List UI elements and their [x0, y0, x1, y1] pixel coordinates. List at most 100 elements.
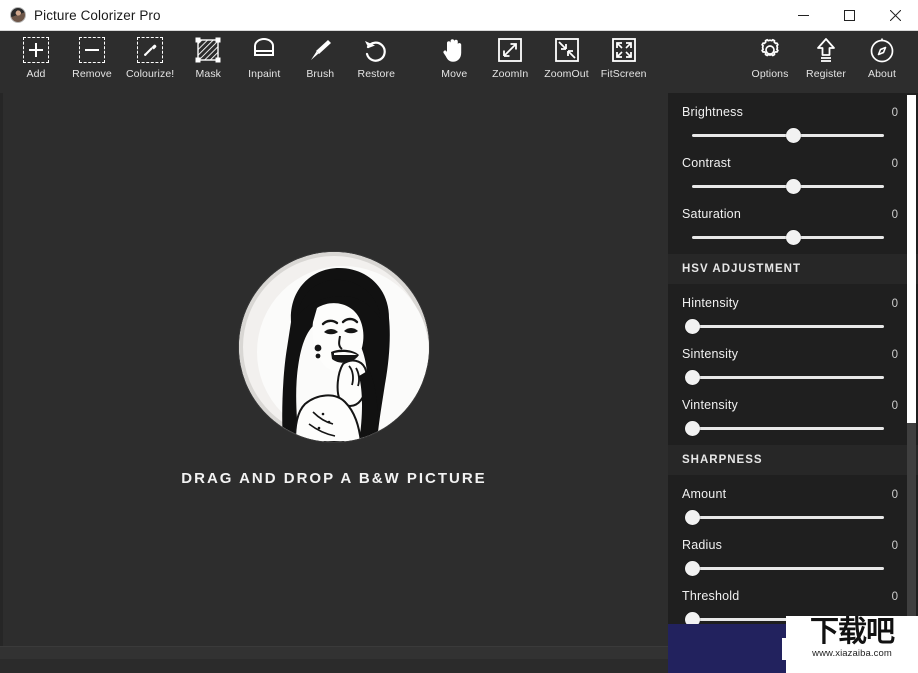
slider-thumb[interactable]: [685, 421, 700, 436]
eyedropper-box-icon: [137, 34, 163, 66]
undo-arrow-icon: [362, 34, 390, 66]
tool-label: Colourize!: [126, 68, 174, 80]
bandage-patch-icon: [250, 34, 278, 66]
slider-saturation[interactable]: [682, 228, 898, 246]
slider-contrast[interactable]: [682, 177, 898, 195]
slider-thumb[interactable]: [786, 128, 801, 143]
scrollbar-thumb[interactable]: [907, 95, 916, 423]
slider-thumb[interactable]: [685, 510, 700, 525]
scrollbar-track[interactable]: [0, 647, 668, 659]
group-basic: Brightness 0 Contrast 0: [668, 93, 918, 254]
drop-zone-text: DRAG AND DROP A B&W PICTURE: [181, 470, 486, 487]
slider-row-amount[interactable]: Amount 0: [668, 477, 918, 528]
compass-icon: [868, 34, 896, 66]
slider-row-sintensity[interactable]: Sintensity 0: [668, 337, 918, 388]
minimize-button[interactable]: [780, 0, 826, 31]
slider-value: 0: [892, 158, 898, 170]
slider-row-hintensity[interactable]: Hintensity 0: [668, 286, 918, 337]
slider-label: Threshold: [682, 589, 739, 603]
slider-value: 0: [892, 298, 898, 310]
slider-sintensity[interactable]: [682, 368, 898, 386]
slider-value: 0: [892, 400, 898, 412]
slider-label: Amount: [682, 487, 726, 501]
adjustments-panel-content: Brightness 0 Contrast 0: [668, 93, 918, 636]
canvas-horizontal-scrollbar[interactable]: [0, 646, 668, 673]
slider-row-contrast[interactable]: Contrast 0: [668, 146, 918, 197]
image-canvas[interactable]: DRAG AND DROP A B&W PICTURE: [0, 93, 668, 646]
tool-label: Add: [27, 68, 46, 80]
canvas-left-edge: [0, 93, 3, 673]
slider-thumb[interactable]: [685, 561, 700, 576]
slider-row-saturation[interactable]: Saturation 0: [668, 197, 918, 248]
tool-about[interactable]: About: [854, 34, 910, 92]
adjustments-panel[interactable]: Brightness 0 Contrast 0: [668, 93, 918, 673]
panel-vertical-scrollbar[interactable]: [907, 95, 916, 671]
zoom-out-icon: [553, 34, 581, 66]
tool-label: Inpaint: [248, 68, 280, 80]
drop-zone[interactable]: DRAG AND DROP A B&W PICTURE: [0, 93, 668, 646]
remove-dashed-box-icon: [79, 34, 105, 66]
tool-restore[interactable]: Restore: [348, 34, 404, 92]
slider-radius[interactable]: [682, 559, 898, 577]
slider-label: Sintensity: [682, 347, 738, 361]
paintbrush-icon: [306, 34, 334, 66]
slider-amount[interactable]: [682, 508, 898, 526]
tool-zoomin[interactable]: ZoomIn: [482, 34, 538, 92]
slider-brightness[interactable]: [682, 126, 898, 144]
tool-label: About: [868, 68, 896, 80]
slider-label: Hintensity: [682, 296, 739, 310]
watermark-logo: 下载吧: [810, 618, 894, 647]
slider-label: Vintensity: [682, 398, 738, 412]
watermark-url: www.xiazaiba.com: [812, 648, 892, 659]
window-title: Picture Colorizer Pro: [34, 8, 161, 23]
slider-thumb[interactable]: [685, 319, 700, 334]
tool-label: Restore: [358, 68, 395, 80]
title-bar: Picture Colorizer Pro: [0, 0, 918, 31]
add-dashed-box-icon: [23, 34, 49, 66]
maximize-button[interactable]: [826, 0, 872, 31]
slider-value: 0: [892, 540, 898, 552]
tool-zoomout[interactable]: ZoomOut: [538, 34, 594, 92]
section-header-sharpness: SHARPNESS: [668, 445, 918, 475]
slider-thumb[interactable]: [685, 370, 700, 385]
slider-value: 0: [892, 489, 898, 501]
slider-vintensity[interactable]: [682, 419, 898, 437]
fit-screen-icon: [610, 34, 638, 66]
slider-track: [692, 325, 884, 328]
slider-label: Contrast: [682, 156, 731, 170]
tool-colourize[interactable]: Colourize!: [120, 34, 180, 92]
tool-inpaint[interactable]: Inpaint: [236, 34, 292, 92]
tool-options[interactable]: Options: [742, 34, 798, 92]
tool-label: Mask: [196, 68, 222, 80]
close-button[interactable]: [872, 0, 918, 31]
tool-mask[interactable]: Mask: [180, 34, 236, 92]
tool-label: Register: [806, 68, 846, 80]
slider-thumb[interactable]: [786, 179, 801, 194]
tool-label: Brush: [306, 68, 334, 80]
slider-track: [692, 376, 884, 379]
hand-icon: [441, 34, 467, 66]
tool-brush[interactable]: Brush: [292, 34, 348, 92]
slider-thumb[interactable]: [786, 230, 801, 245]
slider-label: Saturation: [682, 207, 741, 221]
tool-fitscreen[interactable]: FitScreen: [595, 34, 653, 92]
slider-row-vintensity[interactable]: Vintensity 0: [668, 388, 918, 439]
slider-value: 0: [892, 107, 898, 119]
slider-row-brightness[interactable]: Brightness 0: [668, 95, 918, 146]
tool-label: Options: [752, 68, 789, 80]
tool-move[interactable]: Move: [426, 34, 482, 92]
tool-label: Move: [441, 68, 467, 80]
toolbar-right-group: Options Register: [742, 31, 910, 93]
toolbar-left-group: Add Remove Col: [8, 31, 653, 93]
window-controls: [780, 0, 918, 31]
slider-row-radius[interactable]: Radius 0: [668, 528, 918, 579]
tool-label: Remove: [72, 68, 112, 80]
tool-register[interactable]: Register: [798, 34, 854, 92]
gear-icon: [756, 34, 784, 66]
slider-track: [692, 516, 884, 519]
tool-remove[interactable]: Remove: [64, 34, 120, 92]
slider-hintensity[interactable]: [682, 317, 898, 335]
tool-add[interactable]: Add: [8, 34, 64, 92]
group-sharpness: Amount 0 Radius 0: [668, 475, 918, 636]
application-window: Picture Colorizer Pro Add: [0, 0, 918, 673]
